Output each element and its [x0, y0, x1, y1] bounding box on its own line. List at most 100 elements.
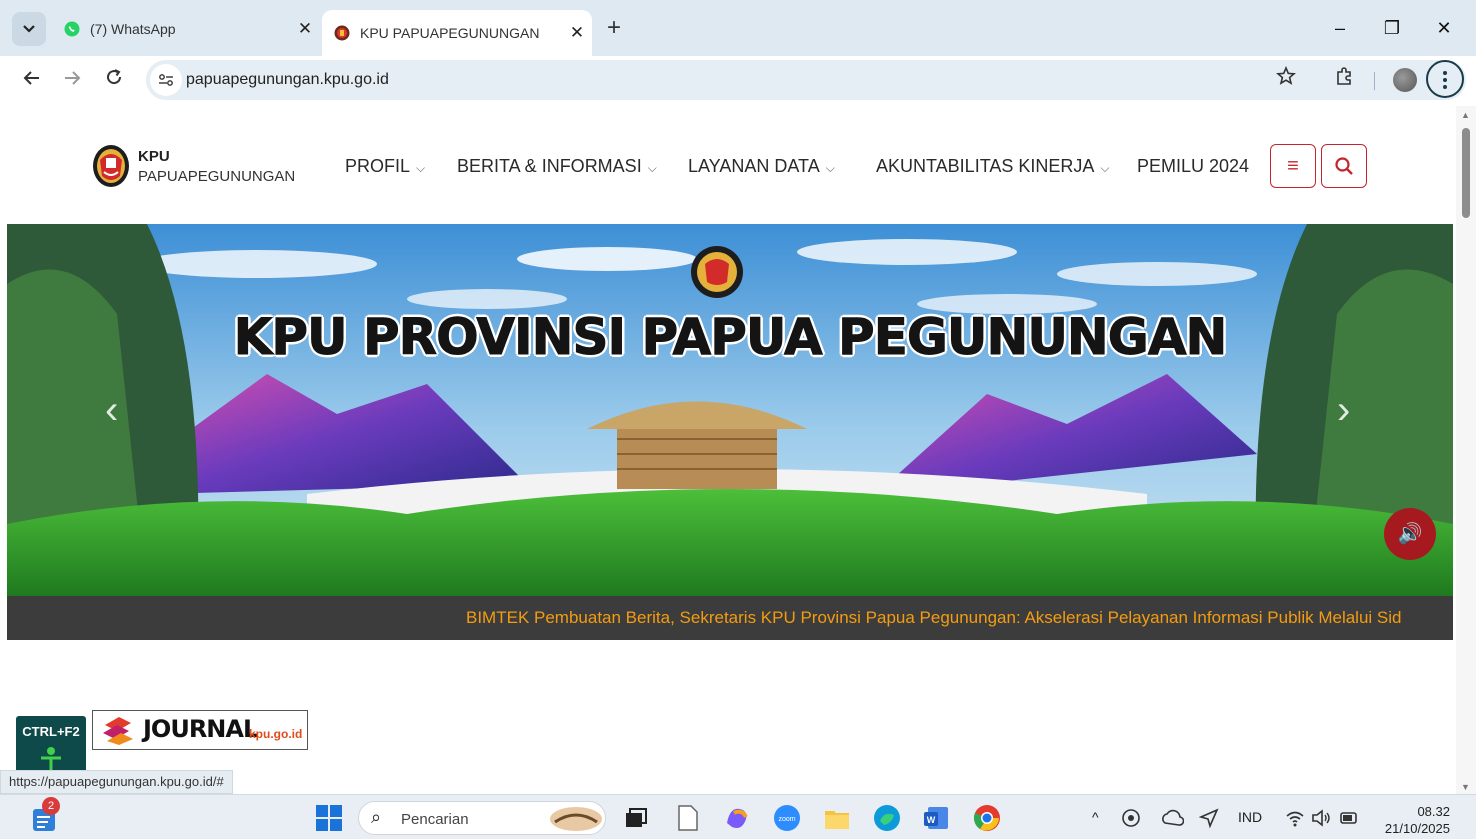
toolbar-divider — [1374, 72, 1375, 90]
taskbar-search[interactable]: ⌕ Pencarian — [358, 801, 606, 835]
scrollbar-thumb[interactable] — [1462, 128, 1470, 218]
volume-icon[interactable] — [1310, 807, 1332, 829]
search-highlight-icon — [550, 807, 602, 831]
kpu-favicon — [334, 25, 350, 41]
url-text: papuapegunungan.kpu.go.id — [186, 71, 389, 88]
battery-icon[interactable] — [1338, 807, 1360, 829]
nav-item-layanan-data[interactable]: LAYANAN DATA ⌵ — [688, 156, 835, 177]
chrome-icon[interactable] — [972, 803, 1002, 833]
carousel-next-button[interactable]: › — [1337, 388, 1350, 433]
star-icon — [1275, 65, 1297, 85]
clock-date: 21/10/2025 — [1384, 821, 1450, 836]
tab-kpu[interactable]: KPU PAPUAPEGUNUNGAN ✕ — [322, 10, 592, 56]
scroll-down-icon[interactable]: ▼ — [1461, 782, 1470, 792]
page-scrollbar[interactable]: ▲ ▼ — [1456, 106, 1476, 794]
tab-title: (7) WhatsApp — [90, 21, 176, 37]
file-explorer-icon[interactable] — [822, 803, 852, 833]
kpu-logo[interactable] — [92, 144, 130, 188]
nav-item-akuntabilitas-kinerja[interactable]: AKUNTABILITAS KINERJA ⌵ — [876, 156, 1110, 177]
chevron-down-icon: ⌵ — [647, 161, 657, 175]
start-button[interactable] — [314, 803, 344, 833]
nav-label: PEMILU 2024 — [1137, 156, 1250, 176]
nav-label: PROFIL — [345, 156, 411, 176]
hamburger-menu-button[interactable]: ≡ — [1270, 144, 1316, 188]
search-icon — [1335, 157, 1353, 175]
extensions-button[interactable] — [1330, 66, 1358, 94]
menu-icon: ≡ — [1287, 155, 1299, 177]
journal-domain: kpu.go.id — [249, 727, 303, 741]
nav-item-pemilu-2024[interactable]: PEMILU 2024 — [1137, 156, 1249, 177]
sound-toggle-button[interactable]: 🔊 — [1384, 508, 1436, 560]
scroll-up-icon[interactable]: ▲ — [1461, 110, 1470, 120]
chevron-down-icon — [23, 25, 35, 33]
svg-text:zoom: zoom — [778, 816, 795, 823]
link-hover-status: https://papuapegunungan.kpu.go.id/# — [0, 770, 233, 794]
tab-close-button[interactable]: ✕ — [562, 23, 592, 43]
site-header: KPU PAPUAPEGUNUNGAN PROFIL ⌵ BERITA & INF… — [0, 106, 1456, 224]
speaker-icon: 🔊 — [1397, 523, 1423, 545]
news-ticker: BIMTEK Pembuatan Berita, Sekretaris KPU … — [7, 596, 1453, 640]
new-tab-button[interactable]: + — [600, 14, 628, 42]
reload-button[interactable] — [100, 66, 128, 94]
windows-taskbar: 2 ⌕ Pencarian zoom W ^ IND 08.32 21/10/2… — [0, 794, 1476, 839]
ctrl-f2-label: CTRL+F2 — [22, 724, 80, 739]
word-icon[interactable]: W — [922, 803, 952, 833]
tab-search-button[interactable] — [12, 12, 46, 46]
carousel-prev-button[interactable]: ‹ — [105, 388, 118, 433]
close-window-button[interactable]: ✕ — [1424, 14, 1464, 42]
reload-icon — [107, 69, 122, 85]
forward-button[interactable] — [58, 66, 86, 94]
whatsapp-icon — [64, 21, 80, 37]
tab-close-button[interactable]: ✕ — [290, 19, 320, 39]
puzzle-icon — [1337, 67, 1351, 85]
chevron-down-icon: ⌵ — [1100, 161, 1110, 175]
arrow-right-icon — [65, 71, 81, 85]
browser-tab-bar: (7) WhatsApp ✕ KPU PAPUAPEGUNUNGAN ✕ + –… — [0, 0, 1476, 56]
journal-logo-icon — [103, 717, 133, 745]
nav-item-profil[interactable]: PROFIL ⌵ — [345, 156, 425, 177]
svg-text:W: W — [927, 815, 936, 825]
wifi-icon[interactable] — [1284, 807, 1306, 829]
input-language[interactable]: IND — [1238, 809, 1262, 825]
browser-toolbar: papuapegunungan.kpu.go.id — [0, 56, 1476, 104]
ticker-headline[interactable]: BIMTEK Pembuatan Berita, Sekretaris KPU … — [466, 608, 1401, 628]
brand-subtitle[interactable]: PAPUAPEGUNUNGAN — [138, 168, 295, 185]
minimize-button[interactable]: – — [1320, 14, 1360, 42]
nav-label: LAYANAN DATA — [688, 156, 820, 176]
search-icon: ⌕ — [371, 807, 382, 827]
edge-icon[interactable] — [872, 803, 902, 833]
tray-app-icon[interactable] — [1120, 807, 1142, 829]
zoom-icon[interactable]: zoom — [772, 803, 802, 833]
clock-time: 08.32 — [1417, 804, 1450, 819]
journal-kpu-banner[interactable]: JOURNAL kpu.go.id — [92, 710, 308, 750]
tray-overflow-chevron[interactable]: ^ — [1092, 809, 1099, 825]
tab-whatsapp[interactable]: (7) WhatsApp ✕ — [54, 10, 320, 48]
task-view-icon[interactable] — [620, 803, 650, 833]
copilot-icon[interactable] — [722, 803, 752, 833]
arrow-left-icon — [23, 71, 39, 85]
chevron-down-icon: ⌵ — [825, 161, 835, 175]
notification-badge: 2 — [42, 797, 60, 815]
search-placeholder: Pencarian — [401, 811, 469, 828]
location-icon[interactable] — [1198, 807, 1220, 829]
profile-avatar[interactable] — [1393, 68, 1417, 92]
hero-banner: KPU PROVINSI PAPUA PEGUNUNGAN ‹ › 🔊 — [7, 224, 1453, 596]
browser-menu-button[interactable] — [1426, 60, 1464, 98]
file-icon[interactable] — [672, 803, 702, 833]
journal-label: JOURNAL — [143, 715, 258, 743]
brand-name[interactable]: KPU — [138, 148, 170, 165]
site-search-button[interactable] — [1321, 144, 1367, 188]
system-clock[interactable]: 08.32 21/10/2025 — [1376, 803, 1450, 837]
hero-landscape-image — [7, 224, 1453, 596]
more-vert-icon — [1443, 71, 1447, 89]
restore-button[interactable]: ❐ — [1372, 14, 1412, 42]
nav-label: BERITA & INFORMASI — [457, 156, 642, 176]
bookmark-star-button[interactable] — [1272, 65, 1300, 94]
back-button[interactable] — [18, 66, 46, 94]
tab-title: KPU PAPUAPEGUNUNGAN — [360, 25, 540, 41]
site-info-button[interactable] — [150, 64, 182, 96]
cloud-sync-icon[interactable] — [1160, 807, 1185, 829]
address-bar[interactable]: papuapegunungan.kpu.go.id — [146, 60, 1466, 100]
nav-item-berita-informasi[interactable]: BERITA & INFORMASI ⌵ — [457, 156, 657, 177]
web-page: KPU PAPUAPEGUNUNGAN PROFIL ⌵ BERITA & INF… — [0, 106, 1456, 794]
